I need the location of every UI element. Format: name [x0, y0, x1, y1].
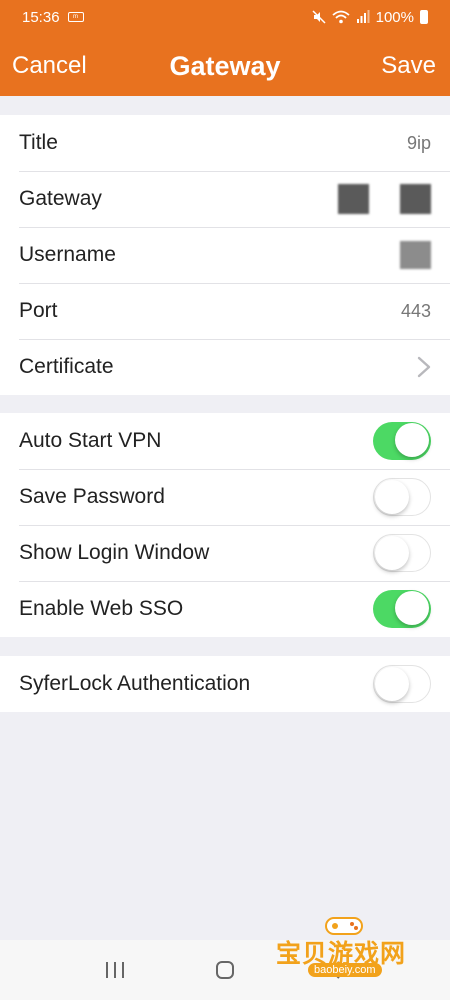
gateway-value-redacted — [338, 184, 431, 214]
show-login-window-label: Show Login Window — [19, 541, 210, 564]
save-password-label: Save Password — [19, 485, 165, 508]
redacted-block — [338, 184, 369, 214]
port-value: 443 — [400, 300, 431, 321]
recent-apps-button[interactable] — [95, 950, 135, 990]
status-time: 15:36 — [22, 8, 60, 26]
mute-icon — [312, 10, 326, 24]
title-value: 9ip — [406, 132, 431, 153]
status-bar: 15:36 m 100% — [0, 0, 450, 34]
auto-start-vpn-toggle[interactable] — [373, 422, 431, 460]
options-group: Auto Start VPN Save Password Show Login … — [0, 413, 450, 637]
port-row[interactable]: Port 443 — [0, 283, 450, 339]
details-group: Title 9ip Gateway Username Port 443 Cert… — [0, 115, 450, 395]
home-icon — [216, 961, 234, 979]
certificate-label: Certificate — [19, 355, 114, 378]
title-row[interactable]: Title 9ip — [0, 115, 450, 171]
nav-row: Cancel Gateway Save — [0, 40, 450, 92]
syferlock-toggle[interactable] — [373, 665, 431, 703]
toggle-knob — [375, 666, 409, 701]
save-button[interactable]: Save — [381, 52, 436, 80]
save-password-toggle[interactable] — [373, 478, 431, 516]
username-row[interactable]: Username — [0, 227, 450, 283]
syferlock-row: SyferLock Authentication — [0, 656, 450, 712]
cancel-button[interactable]: Cancel — [12, 52, 87, 80]
port-label: Port — [19, 299, 58, 322]
redacted-block — [400, 184, 431, 214]
auto-start-vpn-row: Auto Start VPN — [0, 413, 450, 469]
top-bar: 15:36 m 100% Cancel Gateway Save — [0, 0, 450, 96]
show-login-window-toggle[interactable] — [373, 534, 431, 572]
battery-icon — [420, 10, 428, 24]
toggle-knob — [375, 479, 409, 514]
watermark-url: baobeiy.com — [308, 963, 382, 977]
toggle-knob — [375, 535, 409, 570]
save-password-row: Save Password — [0, 469, 450, 525]
syferlock-label: SyferLock Authentication — [19, 672, 251, 695]
auto-start-vpn-label: Auto Start VPN — [19, 429, 162, 452]
watermark: 宝贝游戏网 baobeiy.com — [270, 912, 445, 992]
enable-web-sso-label: Enable Web SSO — [19, 597, 184, 620]
notification-icon: m — [67, 12, 84, 22]
home-button[interactable] — [205, 950, 245, 990]
toggle-knob — [395, 591, 429, 625]
show-login-window-row: Show Login Window — [0, 525, 450, 581]
username-label: Username — [19, 243, 116, 266]
gateway-label: Gateway — [19, 187, 102, 210]
status-icons: 100% — [312, 9, 428, 26]
wifi-icon — [332, 10, 350, 24]
enable-web-sso-row: Enable Web SSO — [0, 581, 450, 637]
chevron-right-icon — [417, 356, 431, 378]
signal-icon — [356, 10, 370, 23]
enable-web-sso-toggle[interactable] — [373, 590, 431, 628]
toggle-knob — [395, 423, 429, 457]
title-label: Title — [19, 131, 58, 154]
auth-group: SyferLock Authentication — [0, 656, 450, 712]
recent-apps-icon — [106, 962, 124, 978]
certificate-row[interactable]: Certificate — [0, 339, 450, 395]
battery-percent: 100% — [375, 8, 414, 26]
gateway-row[interactable]: Gateway — [0, 171, 450, 227]
username-value-redacted — [400, 241, 431, 269]
